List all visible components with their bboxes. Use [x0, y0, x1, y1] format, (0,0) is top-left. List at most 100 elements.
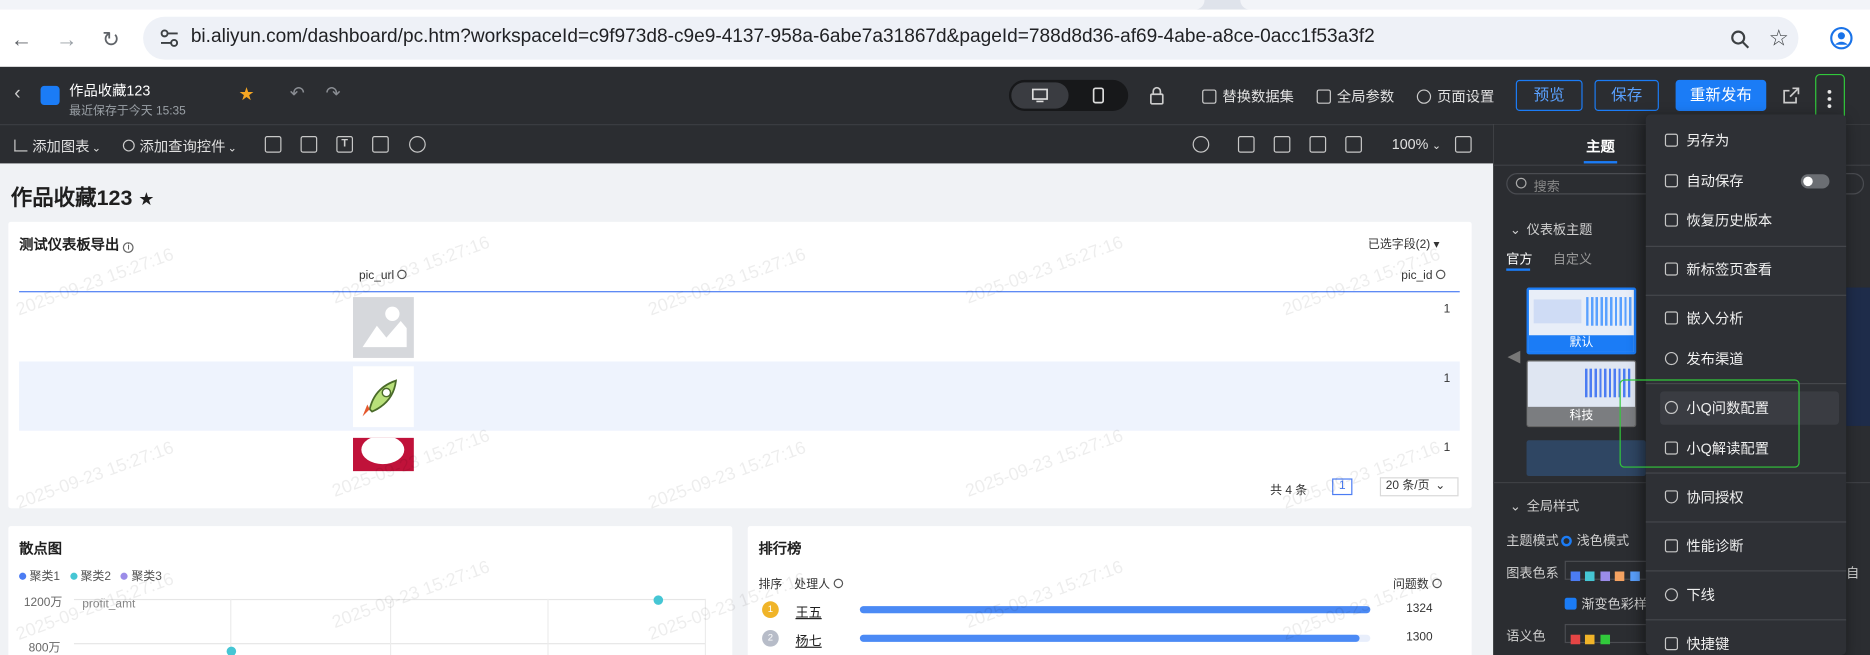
light-mode-radio[interactable]: 浅色模式 [1561, 531, 1629, 550]
page-number-button[interactable]: 1 [1332, 478, 1353, 496]
table-row[interactable]: 1 [19, 292, 1460, 361]
tab-icon[interactable] [300, 136, 318, 153]
menu-item-open-new-tab[interactable]: 新标签页查看 [1660, 253, 1839, 286]
info-icon [833, 578, 843, 589]
reload-icon[interactable]: ↻ [97, 25, 126, 54]
report-icon[interactable] [1237, 136, 1255, 153]
scatter-card[interactable]: 散点图 聚类1 聚类2 聚类3 1200万 800万 profit_amt [8, 526, 733, 655]
tab-custom[interactable]: 自定义 [1553, 249, 1592, 268]
site-info-icon[interactable] [157, 26, 181, 50]
lock-icon[interactable] [1148, 86, 1165, 105]
text-icon[interactable]: T [336, 136, 354, 153]
bookmark-star-icon[interactable]: ☆ [1769, 25, 1789, 52]
menu-item-shortcuts[interactable]: 快捷键 [1660, 628, 1839, 655]
menu-item-publish-channel[interactable]: 发布渠道 [1660, 342, 1839, 375]
legend-item[interactable]: 聚类1 [19, 570, 60, 583]
rank-name[interactable]: 杨七 [795, 631, 821, 650]
scatter-card-title: 散点图 [19, 540, 63, 558]
profile-icon[interactable] [1829, 26, 1853, 50]
info-icon [397, 269, 407, 280]
y-tick: 1200万 [23, 596, 63, 610]
tab-official[interactable]: 官方 [1506, 249, 1532, 268]
tab-theme[interactable]: 主题 [1586, 136, 1615, 156]
preview-button[interactable]: 预览 [1515, 79, 1583, 111]
checkbox-checked-icon [1564, 597, 1577, 610]
desktop-icon [1031, 88, 1048, 103]
menu-divider [1645, 245, 1847, 247]
dashboard-title[interactable]: 作品收藏123 [69, 80, 150, 100]
global-style-section[interactable]: ⌄ 全局样式 [1510, 496, 1579, 515]
menu-divider [1645, 570, 1847, 572]
global-params-button[interactable]: 全局参数 [1316, 86, 1394, 106]
legend-item[interactable]: 聚类2 [69, 570, 111, 583]
auto-option[interactable]: 自 [1846, 563, 1859, 582]
legend-item[interactable]: 聚类3 [120, 570, 162, 583]
add-query-control-button[interactable]: 添加查询控件 ⌄ [122, 136, 237, 156]
menu-item-perf-diagnosis[interactable]: 性能诊断 [1660, 530, 1839, 563]
selected-fields-dropdown[interactable]: 已选字段(2) ▾ [1368, 234, 1440, 252]
page-settings-button[interactable]: 页面设置 [1416, 86, 1494, 106]
column-header-pic-url[interactable]: pic_url [359, 269, 407, 283]
republish-button[interactable]: 重新发布 [1675, 79, 1767, 111]
bar-chart-icon [14, 139, 28, 152]
add-chart-button[interactable]: 添加图表 ⌄ [14, 136, 101, 156]
external-link-icon[interactable] [1783, 87, 1800, 104]
column-header-pic-id[interactable]: pic_id [1401, 269, 1446, 283]
semantic-color-select[interactable] [1564, 623, 1649, 645]
table-card[interactable]: 测试仪表板导出 i 已选字段(2) ▾ pic_url pic_id 1 1 1… [8, 221, 1472, 509]
image-icon[interactable] [372, 136, 389, 153]
redo-icon[interactable]: ↷ [326, 82, 341, 104]
theme-card-dark[interactable] [1846, 287, 1870, 426]
theme-card-default[interactable]: 默认 [1526, 287, 1637, 355]
menu-item-save-as[interactable]: 另存为 [1660, 124, 1839, 157]
back-icon[interactable]: ← [7, 25, 36, 54]
save-icon [1664, 133, 1678, 147]
desktop-mode-toggle[interactable] [1011, 82, 1069, 109]
rank-bar[interactable] [859, 634, 1361, 642]
swatch [1585, 634, 1596, 645]
building-icon[interactable] [1273, 136, 1291, 153]
star-icon[interactable]: ★ [138, 190, 154, 210]
menu-item-collab-auth[interactable]: 协同授权 [1660, 481, 1839, 514]
menu-item-restore-history[interactable]: 恢复历史版本 [1660, 204, 1839, 237]
mobile-icon[interactable] [1092, 87, 1104, 104]
style-brush-icon[interactable] [1192, 136, 1210, 153]
page-size-select[interactable]: 20 条/页 ⌄ [1379, 477, 1459, 497]
save-button[interactable]: 保存 [1594, 79, 1659, 111]
scatter-point[interactable] [653, 595, 664, 605]
back-arrow-icon[interactable]: ‹ [14, 84, 20, 105]
grid-icon[interactable] [1454, 136, 1472, 153]
channel-icon [1664, 351, 1678, 366]
check-icon[interactable] [1345, 136, 1362, 153]
auto-save-toggle[interactable] [1800, 174, 1830, 189]
legend-dot-icon [69, 572, 78, 580]
menu-item-auto-save[interactable]: 自动保存 [1660, 165, 1839, 198]
menu-item-offline[interactable]: 下线 [1660, 579, 1839, 612]
chevron-down-icon: ⌄ [1509, 223, 1521, 238]
table-row[interactable]: 1 [19, 431, 1460, 472]
scatter-point[interactable] [226, 646, 237, 655]
address-bar[interactable]: bi.aliyun.com/dashboard/pc.htm?workspace… [143, 16, 1799, 60]
rank-bar[interactable] [859, 606, 1371, 614]
table-row[interactable]: 1 [19, 361, 1460, 431]
link-icon[interactable] [409, 136, 426, 153]
search-icon [122, 139, 135, 152]
zoom-select[interactable]: 100% ⌄ [1392, 136, 1441, 153]
carousel-prev-icon[interactable]: ◀ [1507, 346, 1520, 366]
page-title[interactable]: 作品收藏123 ★ [11, 181, 155, 212]
palette-select[interactable] [1564, 560, 1649, 582]
menu-item-embed-analysis[interactable]: 嵌入分析 [1660, 302, 1839, 335]
layout-icon[interactable] [264, 136, 282, 153]
rank-name[interactable]: 王五 [795, 603, 821, 622]
undo-icon[interactable]: ↶ [290, 82, 305, 104]
favorite-star-icon[interactable]: ★ [239, 84, 255, 105]
filter-icon[interactable] [1309, 136, 1327, 153]
browser-tab[interactable] [0, 0, 1205, 10]
dataset-icon [1202, 89, 1217, 104]
browser-tab[interactable] [1240, 0, 1870, 10]
forward-icon[interactable]: → [52, 25, 81, 54]
replace-dataset-button[interactable]: 替换数据集 [1202, 86, 1294, 106]
dash-theme-section[interactable]: ⌄ 仪表板主题 [1510, 220, 1593, 239]
ranking-card[interactable]: 排行榜 排序 处理人 问题数 1 王五 1324 2 杨七 1300 [747, 526, 1472, 655]
zoom-icon[interactable] [1729, 29, 1750, 50]
